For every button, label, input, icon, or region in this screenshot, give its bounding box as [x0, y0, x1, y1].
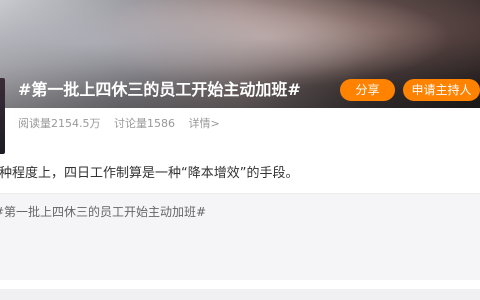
detail-link[interactable]: 详情>	[189, 117, 220, 130]
summary-text: 某种程度上，四日工作制算是一种“降本增效”的手段。	[0, 166, 299, 181]
topic-stats: 阅读量2154.5万 讨论量1586 详情>	[18, 115, 230, 131]
apply-host-button[interactable]: 申请主持人	[403, 79, 480, 101]
topic-avatar[interactable]	[0, 78, 5, 154]
topic-title: #第一批上四休三的员工开始主动加班#	[18, 80, 301, 99]
section-gap	[0, 280, 480, 289]
composer-prefill-text: #第一批上四休三的员工开始主动加班#	[0, 205, 207, 219]
topic-page: #第一批上四休三的员工开始主动加班# 分享 申请主持人 阅读量2154.5万 讨…	[0, 0, 480, 300]
read-count: 阅读量2154.5万	[18, 117, 101, 130]
composer-input[interactable]: #第一批上四休三的员工开始主动加班#	[0, 203, 206, 220]
next-section-bar	[0, 289, 480, 300]
discussion-count: 讨论量1586	[114, 117, 175, 130]
post-composer[interactable]: #第一批上四休三的员工开始主动加班#	[0, 193, 480, 281]
topic-summary: 某种程度上，四日工作制算是一种“降本增效”的手段。	[0, 162, 480, 181]
share-button[interactable]: 分享	[340, 79, 395, 101]
